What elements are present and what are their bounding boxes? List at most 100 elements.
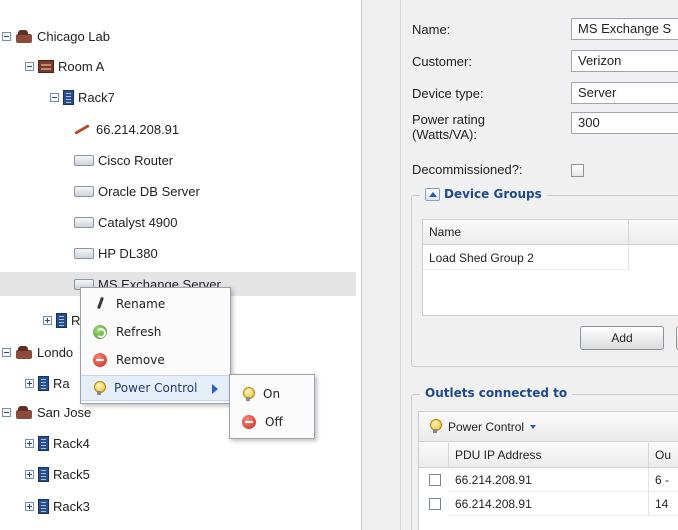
column-header-pdu-ip[interactable]: PDU IP Address xyxy=(449,443,649,468)
table-cell-group-name[interactable]: Load Shed Group 2 xyxy=(423,246,629,270)
menu-item-label: On xyxy=(263,387,281,401)
power-rating-units-label: (Watts/VA): xyxy=(412,127,477,142)
tree-item-label: Rack4 xyxy=(53,435,90,451)
device-type-label: Device type: xyxy=(412,86,484,101)
tree-item-label: Cisco Router xyxy=(98,152,174,168)
device-tree-panel: Chicago Lab Room A Rack7 66.214.208.91 C… xyxy=(0,0,362,530)
menu-item-label: Remove xyxy=(116,353,165,367)
tree-item-pdu[interactable]: 66.214.208.91 xyxy=(72,117,179,141)
tree-item-hp-dl380[interactable]: HP DL380 xyxy=(74,241,158,265)
table-cell-pdu-ip[interactable]: 66.214.208.91 xyxy=(449,492,649,516)
power-rating-label: Power rating xyxy=(412,112,485,127)
expand-icon[interactable] xyxy=(43,315,52,325)
tree-item-oracle-db-server[interactable]: Oracle DB Server xyxy=(74,179,200,203)
menu-item-power-on[interactable]: On xyxy=(230,381,314,407)
tree-item-chicago-lab[interactable]: Chicago Lab xyxy=(2,24,110,48)
tree-item-london-rack[interactable]: Ra xyxy=(25,371,70,395)
tree-item-label: Londo xyxy=(37,344,74,360)
device-icon xyxy=(74,247,94,259)
menu-item-remove[interactable]: Remove xyxy=(81,347,230,373)
tree-item-label: Rack3 xyxy=(53,498,90,514)
customer-label: Customer: xyxy=(412,54,472,69)
menu-item-power-control[interactable]: Power Control xyxy=(81,375,230,401)
device-groups-section: Device Groups Name Load Shed Group 2 Add xyxy=(411,187,678,367)
tree-item-rack7[interactable]: Rack7 xyxy=(50,85,115,109)
menu-item-power-off[interactable]: Off xyxy=(230,409,314,435)
collapse-icon[interactable] xyxy=(25,61,34,71)
tree-item-label: Rack7 xyxy=(78,89,115,105)
expand-icon[interactable] xyxy=(25,501,34,511)
bulb-icon xyxy=(429,419,442,434)
remove-icon xyxy=(242,415,256,429)
table-cell-pdu-ip[interactable]: 66.214.208.91 xyxy=(449,468,649,492)
power-rating-field[interactable]: 300 xyxy=(571,112,678,134)
outlets-legend: Outlets connected to xyxy=(420,386,573,400)
device-groups-legend: Device Groups xyxy=(420,187,547,201)
tree-item-london[interactable]: Londo xyxy=(2,340,73,364)
menu-item-refresh[interactable]: Refresh xyxy=(81,319,230,345)
pdu-plug-icon xyxy=(72,123,92,135)
name-field[interactable]: MS Exchange S xyxy=(571,18,678,40)
customer-field[interactable]: Verizon xyxy=(571,50,678,72)
tree-item-rack-collapsed[interactable]: R xyxy=(43,308,80,332)
table-cell-outlet[interactable]: 14 xyxy=(649,492,678,516)
tree-item-rack5[interactable]: Rack5 xyxy=(25,462,90,486)
dropdown-arrow-icon[interactable] xyxy=(530,424,537,429)
tree-item-label: San Jose xyxy=(37,404,92,420)
tree-item-rack4[interactable]: Rack4 xyxy=(25,431,90,455)
outlets-toolbar: Power Control xyxy=(419,412,678,442)
menu-item-label: Rename xyxy=(116,297,166,311)
column-header-name[interactable]: Name xyxy=(423,220,629,245)
expand-icon[interactable] xyxy=(25,378,34,388)
tree-item-label: Room A xyxy=(58,58,105,74)
menu-item-label: Refresh xyxy=(116,325,162,339)
column-header-outlet[interactable]: Ou xyxy=(649,443,678,468)
menu-item-rename[interactable]: Rename xyxy=(81,291,230,317)
tree-item-label: Ra xyxy=(53,375,70,391)
tree-item-label: 66.214.208.91 xyxy=(96,121,180,137)
table-cell-outlet[interactable]: 6 - xyxy=(649,468,678,492)
rack-icon xyxy=(38,375,49,391)
site-icon xyxy=(15,29,33,43)
tree-item-label: HP DL380 xyxy=(98,245,158,261)
refresh-icon xyxy=(93,325,107,339)
device-groups-title: Device Groups xyxy=(444,187,542,201)
rack-icon xyxy=(38,466,49,482)
device-properties-panel: Name: MS Exchange S Customer: Verizon De… xyxy=(400,0,678,530)
outlets-table-header: PDU IP Address Ou xyxy=(419,443,678,468)
tree-item-cisco-router[interactable]: Cisco Router xyxy=(74,148,173,172)
site-icon xyxy=(15,405,33,419)
device-icon xyxy=(74,185,94,197)
add-button[interactable]: Add xyxy=(580,326,664,350)
tree-item-san-jose[interactable]: San Jose xyxy=(2,400,91,424)
collapse-icon[interactable] xyxy=(50,92,59,102)
decommissioned-checkbox[interactable] xyxy=(571,164,584,177)
tree-item-label: R xyxy=(71,312,81,328)
rack-icon xyxy=(56,312,67,328)
site-icon xyxy=(15,345,33,359)
tree-item-catalyst-4900[interactable]: Catalyst 4900 xyxy=(74,210,178,234)
collapse-icon[interactable] xyxy=(2,407,11,417)
tree-item-label: Chicago Lab xyxy=(37,28,110,44)
rack-icon xyxy=(63,89,74,105)
expand-icon[interactable] xyxy=(25,438,34,448)
tree-item-label: Rack5 xyxy=(53,466,90,482)
outlets-section: Outlets connected to Power Control PDU I… xyxy=(411,386,678,530)
room-icon xyxy=(38,59,54,73)
submenu-arrow-icon xyxy=(212,384,218,394)
row-checkbox[interactable] xyxy=(429,474,441,486)
device-type-field[interactable]: Server xyxy=(571,82,678,104)
tree-item-room-a[interactable]: Room A xyxy=(25,54,104,78)
row-checkbox[interactable] xyxy=(429,498,441,510)
menu-item-label: Power Control xyxy=(114,381,198,395)
collapse-section-icon[interactable] xyxy=(425,187,440,201)
bulb-icon xyxy=(242,386,255,402)
collapse-icon[interactable] xyxy=(2,347,11,357)
name-label: Name: xyxy=(412,22,451,37)
power-control-dropdown[interactable]: Power Control xyxy=(448,420,524,434)
outlets-table: Power Control PDU IP Address Ou 66.214.2… xyxy=(418,411,678,530)
tree-item-rack3[interactable]: Rack3 xyxy=(25,494,90,518)
collapse-icon[interactable] xyxy=(2,31,11,41)
outlets-title: Outlets connected to xyxy=(425,386,568,400)
expand-icon[interactable] xyxy=(25,469,34,479)
